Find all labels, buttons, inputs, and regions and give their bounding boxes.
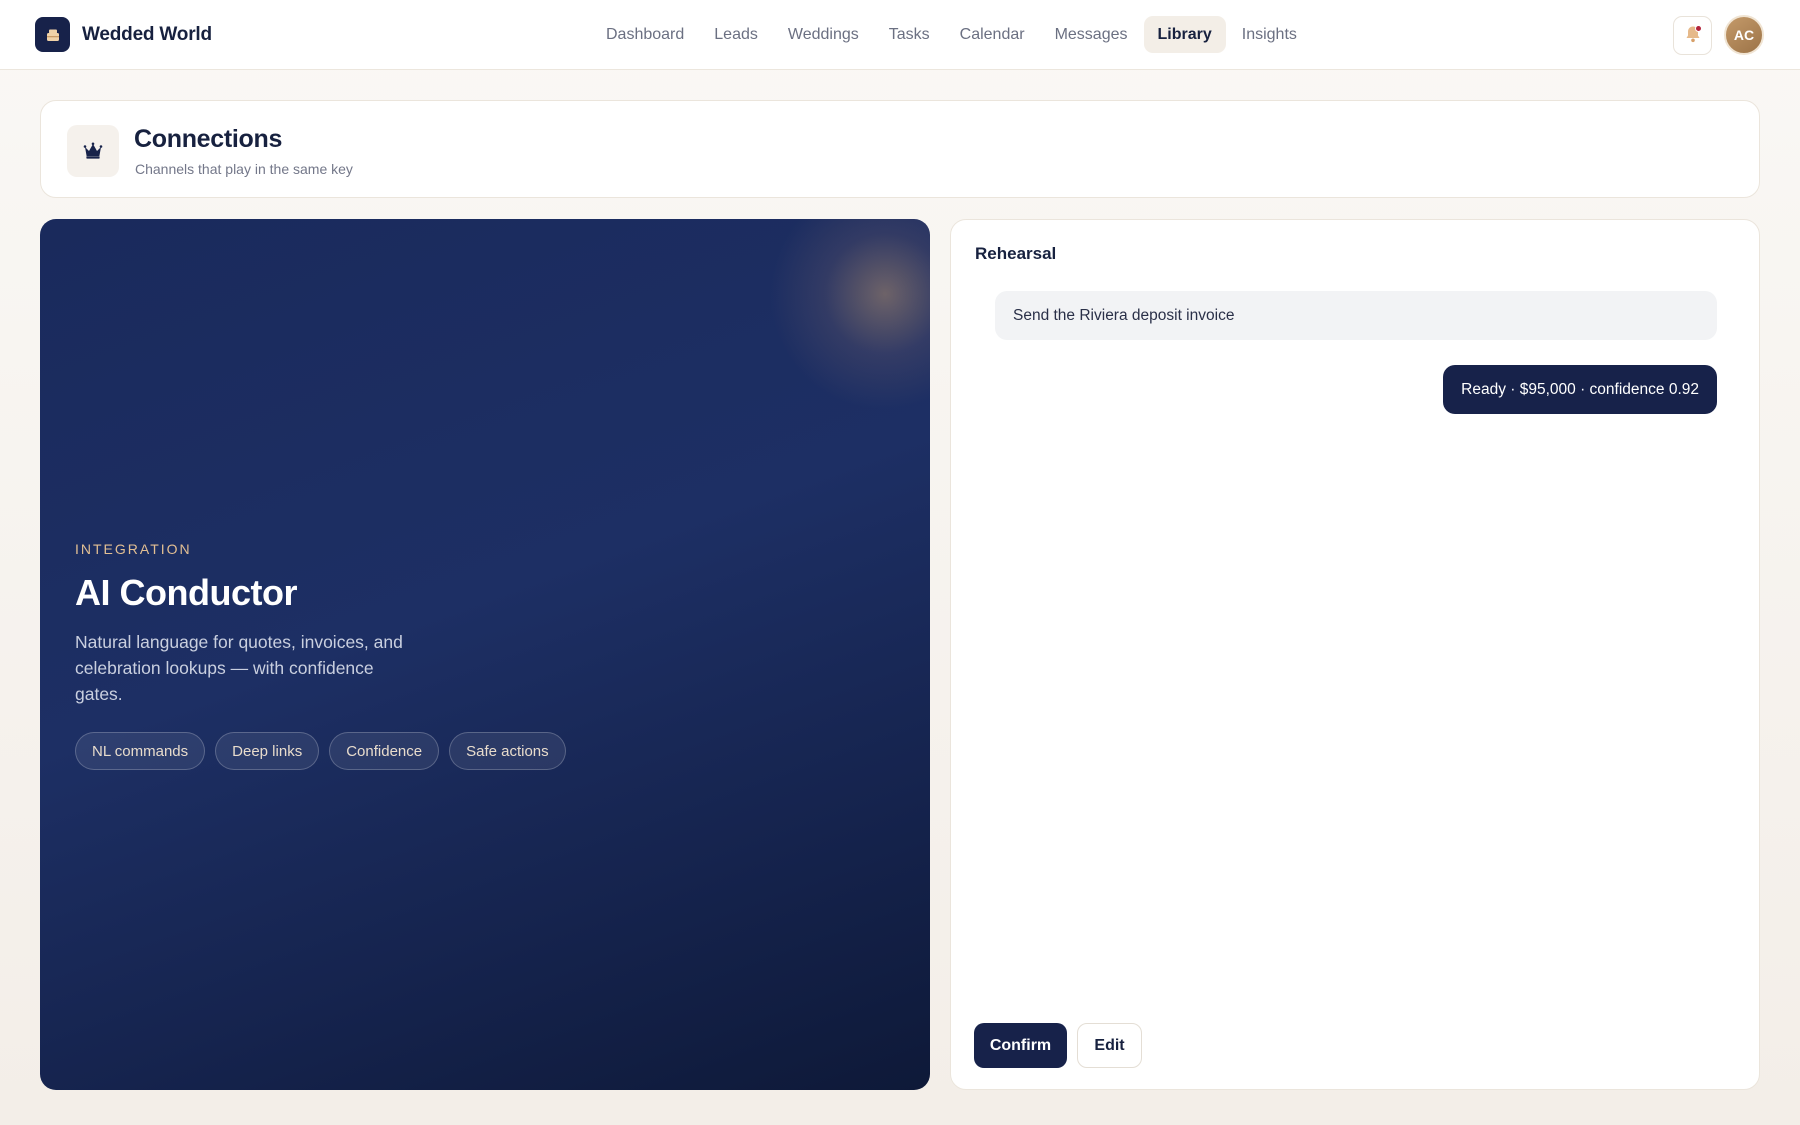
- nav-item-calendar[interactable]: Calendar: [946, 16, 1039, 53]
- chip-nl-commands: NL commands: [75, 732, 206, 770]
- page-header: Connections Channels that play in the sa…: [40, 100, 1760, 198]
- nav-item-weddings[interactable]: Weddings: [774, 16, 873, 53]
- hero-eyebrow: INTEGRATION: [75, 541, 192, 557]
- top-bar: Wedded World Dashboard Leads Weddings Ta…: [0, 0, 1800, 70]
- hero-title: AI Conductor: [75, 572, 297, 613]
- page-subtitle: Channels that play in the same key: [135, 161, 353, 177]
- feature-chips: NL commands Deep links Confidence Safe a…: [75, 732, 576, 770]
- avatar[interactable]: AC: [1724, 15, 1764, 55]
- page-title: Connections: [134, 125, 283, 153]
- crown-icon: [67, 125, 119, 177]
- nav-item-dashboard[interactable]: Dashboard: [592, 16, 698, 53]
- cake-icon: [35, 17, 70, 52]
- chip-safe-actions: Safe actions: [449, 732, 566, 770]
- nav-item-messages[interactable]: Messages: [1041, 16, 1142, 53]
- panel-title: Rehearsal: [975, 244, 1057, 263]
- app-name: Wedded World: [82, 23, 212, 45]
- chip-confidence: Confidence: [329, 732, 440, 770]
- integration-hero-card: INTEGRATION AI Conductor Natural languag…: [40, 219, 930, 1090]
- chip-deep-links: Deep links: [215, 732, 320, 770]
- nav-item-leads[interactable]: Leads: [700, 16, 772, 53]
- edit-button[interactable]: Edit: [1077, 1023, 1142, 1068]
- user-message: Send the Riviera deposit invoice: [995, 291, 1717, 340]
- main-nav: Dashboard Leads Weddings Tasks Calendar …: [592, 16, 1313, 53]
- assistant-message: Ready · $95,000 · confidence 0.92: [1443, 365, 1717, 414]
- confirm-button[interactable]: Confirm: [974, 1023, 1067, 1068]
- notifications-button[interactable]: [1673, 16, 1712, 55]
- unread-indicator: [1695, 25, 1702, 32]
- nav-item-library[interactable]: Library: [1143, 16, 1226, 53]
- nav-item-tasks[interactable]: Tasks: [875, 16, 944, 53]
- nav-item-insights[interactable]: Insights: [1228, 16, 1311, 53]
- brand[interactable]: Wedded World: [35, 17, 212, 52]
- rehearsal-panel: Rehearsal Send the Riviera deposit invoi…: [950, 219, 1760, 1090]
- hero-description: Natural language for quotes, invoices, a…: [75, 632, 403, 704]
